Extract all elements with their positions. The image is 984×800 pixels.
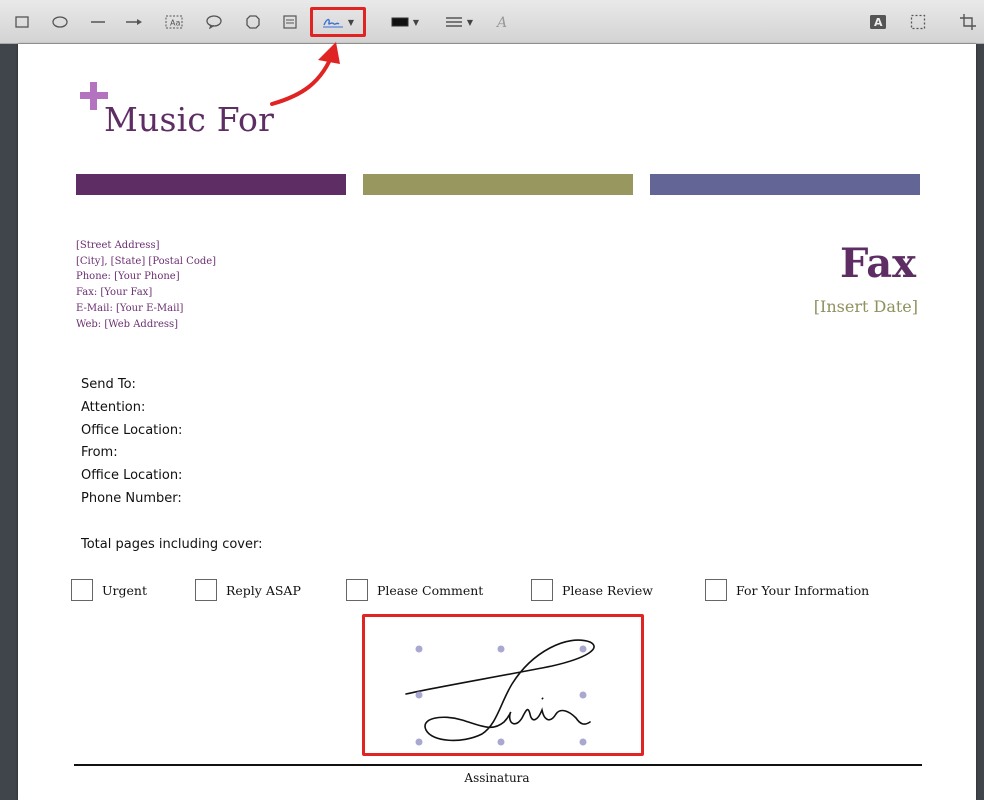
window-background-right	[976, 44, 984, 800]
line-style-icon	[445, 17, 462, 27]
note-icon	[283, 15, 297, 29]
selection-icon	[910, 14, 926, 30]
text-style-button[interactable]: A	[864, 8, 892, 36]
address-line: [City], [State] [Postal Code]	[76, 255, 217, 267]
rectangle-tool[interactable]	[8, 8, 36, 36]
signature-tool[interactable]: ▼	[310, 7, 366, 37]
selection-tool[interactable]	[904, 8, 932, 36]
chevron-down-icon: ▼	[466, 17, 474, 27]
checkbox-please-review[interactable]: Please Review	[531, 579, 653, 601]
svg-text:A: A	[495, 15, 507, 30]
line-style-tool[interactable]: ▼	[440, 8, 478, 36]
checkbox-box[interactable]	[705, 579, 727, 601]
svg-text:A: A	[874, 16, 883, 29]
signature-label: Assinatura	[464, 771, 530, 785]
text-style-tool[interactable]: A	[488, 8, 516, 36]
oval-icon	[52, 16, 68, 28]
checkbox-box[interactable]	[531, 579, 553, 601]
resize-handle[interactable]	[415, 691, 423, 699]
color-bar-slate	[650, 174, 920, 195]
note-tool[interactable]	[276, 8, 304, 36]
speech-bubble-icon	[206, 15, 222, 29]
chevron-down-icon: ▼	[412, 17, 420, 27]
checkbox-reply-asap[interactable]: Reply ASAP	[195, 579, 301, 601]
signature-icon	[322, 18, 343, 28]
crop-tool[interactable]	[954, 8, 982, 36]
arrow-icon	[126, 19, 142, 25]
resize-handle[interactable]	[497, 738, 505, 746]
field-phone-number: Phone Number:	[81, 490, 182, 506]
field-office-location: Office Location:	[81, 468, 183, 484]
text-style-icon: A	[870, 15, 886, 29]
total-pages: Total pages including cover:	[81, 537, 263, 552]
checkbox-urgent[interactable]: Urgent	[71, 579, 147, 601]
text-box-icon: Aa	[165, 15, 183, 29]
address-line: Phone: [Your Phone]	[76, 271, 180, 283]
resize-handle[interactable]	[415, 645, 423, 653]
checkbox-label: Please Comment	[377, 582, 484, 598]
line-tool[interactable]	[84, 8, 112, 36]
signature-dot	[541, 697, 544, 700]
crop-icon	[960, 14, 976, 30]
checkbox-please-comment[interactable]: Please Comment	[346, 579, 483, 601]
checkbox-box[interactable]	[195, 579, 217, 601]
checkbox-box[interactable]	[71, 579, 93, 601]
resize-handle[interactable]	[415, 738, 423, 746]
field-send-to: Send To:	[81, 377, 136, 392]
border-color-tool[interactable]: ▼	[386, 8, 424, 36]
arrow-tool[interactable]	[120, 8, 148, 36]
text-tool[interactable]: Aa	[160, 8, 188, 36]
color-bar-olive	[363, 174, 633, 195]
fax-title: Fax	[840, 240, 916, 287]
chevron-down-icon: ▼	[347, 17, 355, 27]
checkbox-box[interactable]	[346, 579, 368, 601]
resize-handle[interactable]	[497, 645, 505, 653]
signature-stroke	[405, 639, 595, 742]
line-icon	[91, 21, 105, 23]
fax-fields: Send To: Attention: Office Location: Fro…	[81, 374, 182, 511]
checkbox-for-your-information[interactable]: For Your Information	[705, 579, 869, 601]
selection-handles[interactable]	[415, 645, 587, 746]
resize-handle[interactable]	[579, 691, 587, 699]
address-line: [Street Address]	[76, 240, 160, 251]
checkbox-label: For Your Information	[736, 582, 870, 598]
sender-address: [Street Address] [City], [State] [Postal…	[76, 238, 216, 332]
document-page: Music For [Street Address] [City], [Stat…	[18, 44, 976, 800]
checkbox-label: Urgent	[102, 582, 147, 598]
oval-tool[interactable]	[46, 8, 74, 36]
address-line: Fax: [Your Fax]	[76, 287, 153, 299]
address-line: Web: [Web Address]	[76, 318, 179, 330]
markup-toolbar: Aa ▼ ▼ ▼ A A	[0, 0, 984, 44]
fax-date: [Insert Date]	[813, 297, 918, 316]
window-background-left	[0, 44, 18, 800]
checkbox-label: Please Review	[562, 582, 654, 598]
rectangle-icon	[15, 16, 29, 28]
font-icon: A	[495, 15, 507, 30]
svg-text:Aa: Aa	[170, 19, 180, 28]
shape-tool[interactable]	[239, 8, 267, 36]
signature-image[interactable]	[362, 614, 644, 756]
field-from: From:	[81, 445, 118, 461]
resize-handle[interactable]	[579, 645, 587, 653]
color-bar-purple	[76, 174, 346, 195]
octagon-icon	[246, 15, 260, 29]
resize-handle[interactable]	[579, 738, 587, 746]
field-attention: Attention:	[81, 399, 146, 415]
address-line: E-Mail: [Your E-Mail]	[76, 302, 184, 314]
speech-bubble-tool[interactable]	[200, 8, 228, 36]
signature-line	[74, 764, 922, 766]
border-color-icon	[391, 17, 409, 27]
checkbox-label: Reply ASAP	[226, 582, 301, 598]
field-office-location: Office Location:	[81, 422, 183, 438]
logo-text: Music For	[104, 100, 275, 139]
